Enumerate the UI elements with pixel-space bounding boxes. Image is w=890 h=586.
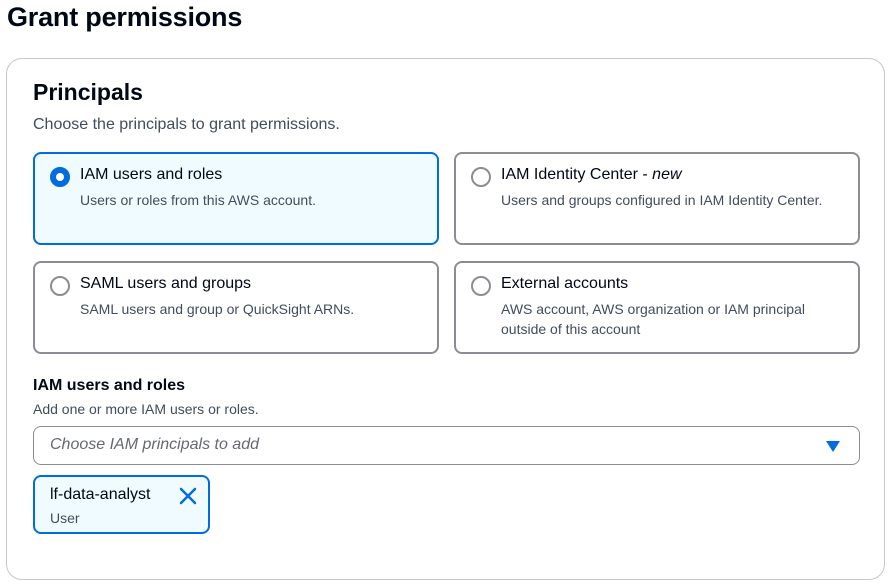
option-description: Users or roles from this AWS account. [80,192,316,208]
select-placeholder: Choose IAM principals to add [50,436,259,453]
radio-selected-icon[interactable] [50,167,70,187]
option-iam-identity-center[interactable]: IAM Identity Center - new Users and grou… [454,152,860,245]
option-label: IAM users and roles [80,166,223,183]
radio-unselected-icon[interactable] [50,276,70,296]
option-saml-users-groups[interactable]: SAML users and groups SAML users and gro… [33,261,439,354]
caret-down-icon[interactable] [826,441,840,452]
section-title: Principals [33,79,143,105]
option-description: Users and groups configured in IAM Ident… [501,192,823,208]
new-badge: new [652,166,682,183]
principal-token: lf-data-analyst User [33,475,210,534]
token-type: User [50,510,80,526]
close-icon[interactable] [177,485,199,507]
option-external-accounts[interactable]: External accounts AWS account, AWS organ… [454,261,860,354]
option-iam-users-roles[interactable]: IAM users and roles Users or roles from … [33,152,439,245]
option-label: IAM Identity Center - new [501,166,682,183]
principals-panel: Principals Choose the principals to gran… [6,58,885,580]
section-description: Choose the principals to grant permissio… [33,116,340,133]
option-description: AWS account, AWS organization or IAM pri… [501,301,805,337]
option-description: SAML users and group or QuickSight ARNs. [80,301,355,317]
page-title: Grant permissions [7,2,243,32]
iam-principals-select[interactable]: Choose IAM principals to add [33,426,860,465]
token-name: lf-data-analyst [50,486,151,503]
radio-unselected-icon[interactable] [471,167,491,187]
radio-unselected-icon[interactable] [471,276,491,296]
option-label: External accounts [501,275,629,292]
field-label: IAM users and roles [33,377,186,394]
field-description: Add one or more IAM users or roles. [33,401,259,417]
option-label: SAML users and groups [80,275,252,292]
